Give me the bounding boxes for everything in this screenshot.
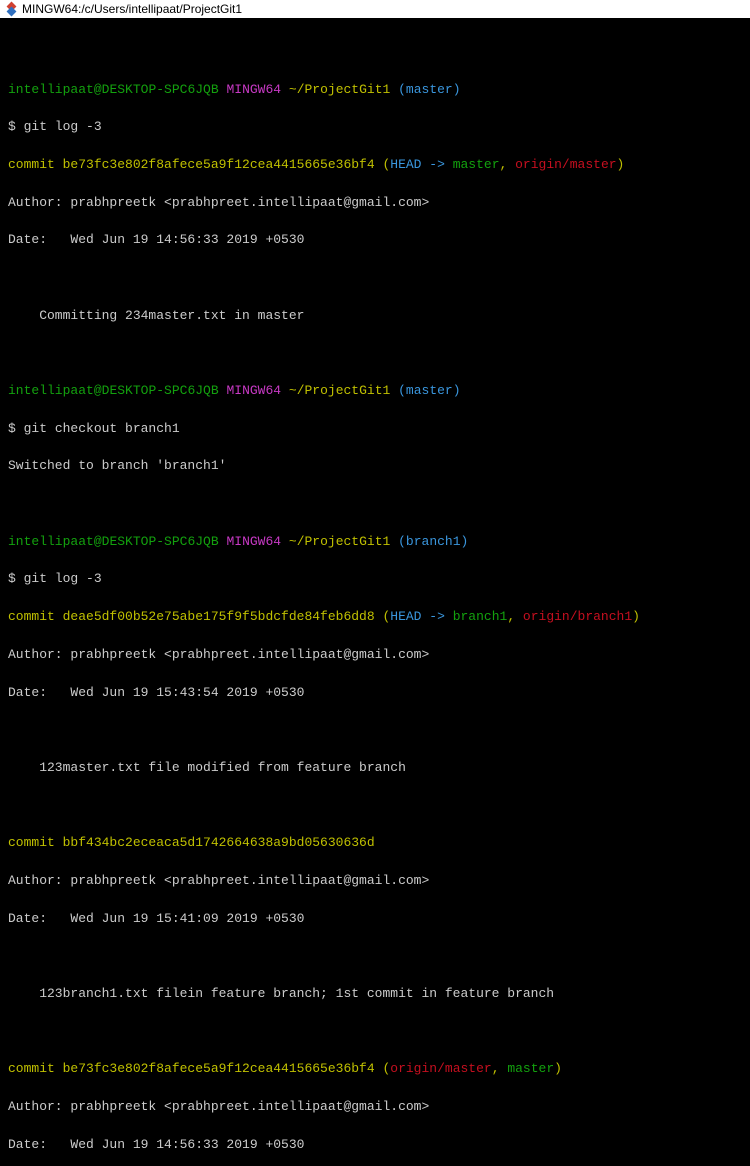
- commit-date: Date: Wed Jun 19 15:43:54 2019 +0530: [8, 684, 742, 703]
- prompt-user: intellipaat: [8, 82, 94, 97]
- prompt-user: intellipaat: [8, 383, 94, 398]
- commit-line: commit bbf434bc2eceaca5d1742664638a9bd05…: [8, 834, 742, 853]
- ref-open: (: [375, 1061, 391, 1076]
- ref-sep: ,: [507, 609, 523, 624]
- ref-sep: ,: [500, 157, 516, 172]
- ref-close: ): [617, 157, 625, 172]
- prompt-dollar: $: [8, 571, 24, 586]
- ref-origin: origin/master: [390, 1061, 491, 1076]
- ref-close: ): [632, 609, 640, 624]
- prompt-branch: (master): [398, 82, 460, 97]
- ref-close: ): [554, 1061, 562, 1076]
- blank-line: [8, 797, 742, 816]
- commit-prefix: commit: [8, 1061, 63, 1076]
- blank-line: [8, 947, 742, 966]
- ref-head: HEAD ->: [390, 157, 452, 172]
- commit-date: Date: Wed Jun 19 15:41:09 2019 +0530: [8, 910, 742, 929]
- prompt-env: MINGW64: [219, 82, 281, 97]
- commit-date: Date: Wed Jun 19 14:56:33 2019 +0530: [8, 231, 742, 250]
- prompt-line: intellipaat@DESKTOP-SPC6JQB MINGW64 ~/Pr…: [8, 533, 742, 552]
- blank-line: [8, 344, 742, 363]
- ref-branch: branch1: [453, 609, 508, 624]
- prompt-at: @: [94, 383, 102, 398]
- prompt-user: intellipaat: [8, 534, 94, 549]
- output-line: Switched to branch 'branch1': [8, 457, 742, 476]
- commit-author: Author: prabhpreetk <prabhpreet.intellip…: [8, 646, 742, 665]
- ref-master: master: [453, 157, 500, 172]
- prompt-line: intellipaat@DESKTOP-SPC6JQB MINGW64 ~/Pr…: [8, 81, 742, 100]
- prompt-at: @: [94, 82, 102, 97]
- blank-line: [8, 269, 742, 288]
- command-line: $ git log -3: [8, 570, 742, 589]
- command-line: $ git checkout branch1: [8, 420, 742, 439]
- window-title-bar: MINGW64:/c/Users/intellipaat/ProjectGit1: [0, 0, 750, 18]
- ref-origin: origin/branch1: [523, 609, 632, 624]
- commit-date: Date: Wed Jun 19 14:56:33 2019 +0530: [8, 1136, 742, 1155]
- blank-line: [8, 495, 742, 514]
- commit-line: commit be73fc3e802f8afece5a9f12cea441566…: [8, 1060, 742, 1079]
- commit-prefix: commit: [8, 835, 63, 850]
- prompt-host: DESKTOP-SPC6JQB: [102, 534, 219, 549]
- command-text: git log -3: [24, 571, 102, 586]
- commit-line: commit be73fc3e802f8afece5a9f12cea441566…: [8, 156, 742, 175]
- commit-author: Author: prabhpreetk <prabhpreet.intellip…: [8, 872, 742, 891]
- prompt-line: intellipaat@DESKTOP-SPC6JQB MINGW64 ~/Pr…: [8, 382, 742, 401]
- ref-sep: ,: [492, 1061, 508, 1076]
- commit-message: 123master.txt file modified from feature…: [8, 759, 742, 778]
- prompt-path: ~/ProjectGit1: [281, 82, 398, 97]
- prompt-branch: (master): [398, 383, 460, 398]
- commit-hash: be73fc3e802f8afece5a9f12cea4415665e36bf4: [63, 157, 375, 172]
- commit-message: 123branch1.txt filein feature branch; 1s…: [8, 985, 742, 1004]
- commit-prefix: commit: [8, 157, 63, 172]
- terminal-output[interactable]: intellipaat@DESKTOP-SPC6JQB MINGW64 ~/Pr…: [0, 18, 750, 1166]
- commit-hash: deae5df00b52e75abe175f9f5bdcfde84feb6dd8: [63, 609, 375, 624]
- prompt-env: MINGW64: [219, 383, 281, 398]
- commit-prefix: commit: [8, 609, 63, 624]
- commit-hash: bbf434bc2eceaca5d1742664638a9bd05630636d: [63, 835, 375, 850]
- prompt-host: DESKTOP-SPC6JQB: [102, 82, 219, 97]
- prompt-dollar: $: [8, 119, 24, 134]
- prompt-env: MINGW64: [219, 534, 281, 549]
- prompt-host: DESKTOP-SPC6JQB: [102, 383, 219, 398]
- ref-master: master: [507, 1061, 554, 1076]
- blank-line: [8, 1023, 742, 1042]
- ref-origin: origin/master: [515, 157, 616, 172]
- ref-open: (: [375, 157, 391, 172]
- commit-author: Author: prabhpreetk <prabhpreet.intellip…: [8, 194, 742, 213]
- commit-author: Author: prabhpreetk <prabhpreet.intellip…: [8, 1098, 742, 1117]
- window-title: MINGW64:/c/Users/intellipaat/ProjectGit1: [22, 2, 242, 16]
- prompt-at: @: [94, 534, 102, 549]
- app-icon: [6, 3, 18, 15]
- commit-line: commit deae5df00b52e75abe175f9f5bdcfde84…: [8, 608, 742, 627]
- ref-open: (: [375, 609, 391, 624]
- prompt-branch: (branch1): [398, 534, 468, 549]
- prompt-path: ~/ProjectGit1: [281, 383, 398, 398]
- blank-line: [8, 721, 742, 740]
- blank-line: [8, 43, 742, 62]
- ref-head: HEAD ->: [390, 609, 452, 624]
- command-text: git log -3: [24, 119, 102, 134]
- commit-message: Committing 234master.txt in master: [8, 307, 742, 326]
- prompt-dollar: $: [8, 421, 24, 436]
- command-text: git checkout branch1: [24, 421, 180, 436]
- command-line: $ git log -3: [8, 118, 742, 137]
- prompt-path: ~/ProjectGit1: [281, 534, 398, 549]
- commit-hash: be73fc3e802f8afece5a9f12cea4415665e36bf4: [63, 1061, 375, 1076]
